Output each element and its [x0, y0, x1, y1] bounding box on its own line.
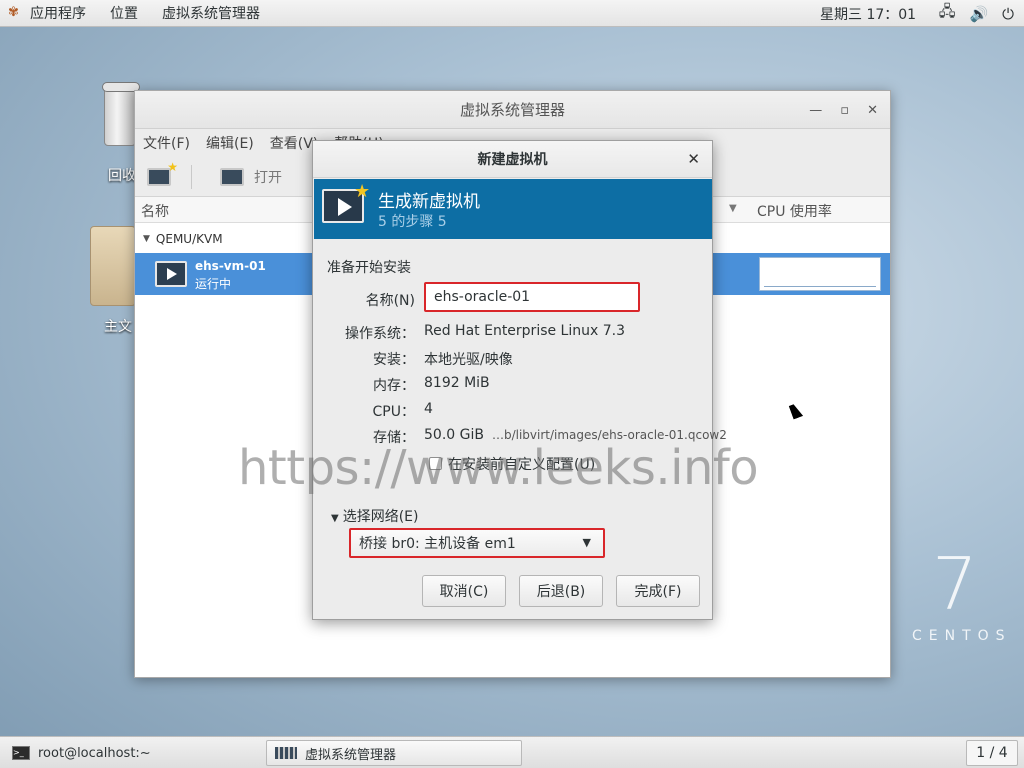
power-icon[interactable]: ⏻ [1002, 5, 1014, 23]
network-icon[interactable]: 🖧 [939, 1, 956, 26]
clock-label: 星期三 17：01 [820, 6, 917, 23]
taskbar-terminal-label: root@localhost:~ [38, 745, 151, 761]
ready-label: 准备开始安装 [327, 260, 411, 276]
os-value: Red Hat Enterprise Linux 7.3 [424, 323, 625, 339]
network-select-value: 桥接 br0: 主机设备 em1 [359, 536, 516, 552]
cancel-button[interactable]: 取消(C) [422, 575, 506, 607]
menu-edit[interactable]: 编辑(E) [206, 133, 254, 153]
new-vm-dialog: 新建虚拟机 ✕ ★ 生成新虚拟机 5 的步骤 5 准备开始安装 名称(N) 操作… [312, 140, 727, 620]
dialog-close-icon[interactable]: ✕ [687, 150, 700, 168]
dialog-banner: ★ 生成新虚拟机 5 的步骤 5 [314, 179, 712, 239]
watermark-text: https://www.leeks.info [238, 440, 759, 496]
new-vm-icon[interactable] [147, 160, 178, 186]
taskbar-virt-label: 虚拟系统管理器 [305, 747, 397, 763]
menu-file[interactable]: 文件(F) [143, 133, 190, 153]
connection-label: QEMU/KVM [155, 232, 223, 246]
active-app-label: 虚拟系统管理器 [162, 6, 260, 22]
install-value: 本地光驱/映像 [424, 352, 513, 368]
cpu-label: CPU： [372, 404, 415, 420]
banner-step: 5 的步骤 5 [378, 214, 447, 230]
volume-icon[interactable]: 🔊 [969, 5, 988, 23]
top-panel: ✾ 应用程序 位置 虚拟系统管理器 星期三 17：01 🖧 🔊 ⏻ [0, 0, 1024, 27]
centos-logo-number: 7 [932, 542, 978, 626]
vm-monitor-icon [155, 261, 187, 287]
centos-logo-text: CENTOS [912, 628, 1012, 644]
trash-label: 回收 [108, 168, 136, 184]
vm-status: 运行中 [195, 277, 232, 291]
active-app-menu[interactable]: 虚拟系统管理器 [150, 0, 272, 27]
new-star-icon: ★ [354, 181, 371, 202]
bottom-taskbar: >_ root@localhost:~ 虚拟系统管理器 1 / 4 [0, 736, 1024, 768]
expander-arrow-icon: ▼ [331, 513, 339, 524]
workspace-label: 1 / 4 [976, 745, 1008, 761]
main-window-title: 虚拟系统管理器 [459, 101, 565, 119]
system-tray[interactable]: 🖧 🔊 ⏻ [939, 0, 1014, 27]
network-select[interactable]: 桥接 br0: 主机设备 em1 ▼ [349, 528, 605, 558]
menu-view[interactable]: 查看(V) [270, 133, 319, 153]
minimize-icon[interactable]: — [809, 103, 822, 118]
trash-icon [102, 82, 140, 146]
virt-manager-icon [275, 747, 297, 759]
toolbar-separator [191, 164, 192, 189]
vm-name-input[interactable] [424, 282, 640, 312]
cpu-value: 4 [424, 401, 433, 417]
dialog-titlebar[interactable]: 新建虚拟机 [313, 141, 712, 178]
home-folder-icon[interactable] [90, 226, 136, 306]
column-dropdown-icon[interactable]: ▼ [729, 203, 737, 214]
network-expander-label: 选择网络(E) [342, 509, 419, 525]
back-button[interactable]: 后退(B) [519, 575, 603, 607]
cpu-usage-graph [759, 257, 881, 291]
network-expander[interactable]: ▼ 选择网络(E) [331, 506, 418, 526]
memory-value: 8192 MiB [424, 375, 490, 391]
home-label: 主文 [104, 319, 132, 335]
taskbar-virt-manager[interactable]: 虚拟系统管理器 [266, 740, 522, 766]
applications-label: 应用程序 [30, 6, 86, 22]
close-icon[interactable]: ✕ [867, 103, 878, 118]
name-label: 名称(N) [365, 293, 415, 309]
dropdown-arrow-icon: ▼ [582, 536, 591, 549]
open-vm-icon[interactable] [220, 167, 244, 186]
applications-icon: ✾ [8, 5, 19, 20]
taskbar-terminal[interactable]: >_ root@localhost:~ [4, 740, 258, 766]
maximize-icon[interactable]: ▫ [840, 103, 849, 118]
banner-title: 生成新虚拟机 [378, 192, 480, 212]
install-label: 安装： [373, 352, 415, 368]
memory-label: 内存： [373, 378, 415, 394]
workspace-switcher[interactable]: 1 / 4 [966, 740, 1018, 766]
expand-icon[interactable]: ▼ [143, 234, 150, 244]
dialog-title: 新建虚拟机 [477, 152, 548, 168]
places-label: 位置 [110, 6, 138, 22]
terminal-icon: >_ [12, 746, 30, 760]
main-window-titlebar[interactable]: 虚拟系统管理器 — ▫ ✕ [135, 91, 890, 129]
vm-name: ehs-vm-01 [195, 259, 266, 273]
open-button-label[interactable]: 打开 [254, 167, 282, 187]
column-header-cpu[interactable]: CPU 使用率 [757, 201, 832, 221]
os-label: 操作系统： [345, 326, 415, 342]
finish-button[interactable]: 完成(F) [616, 575, 700, 607]
column-header-name[interactable]: 名称 [141, 201, 169, 221]
applications-menu[interactable]: ✾ 应用程序 [0, 0, 98, 27]
clock[interactable]: 星期三 17：01 [820, 0, 916, 27]
places-menu[interactable]: 位置 [98, 0, 150, 27]
